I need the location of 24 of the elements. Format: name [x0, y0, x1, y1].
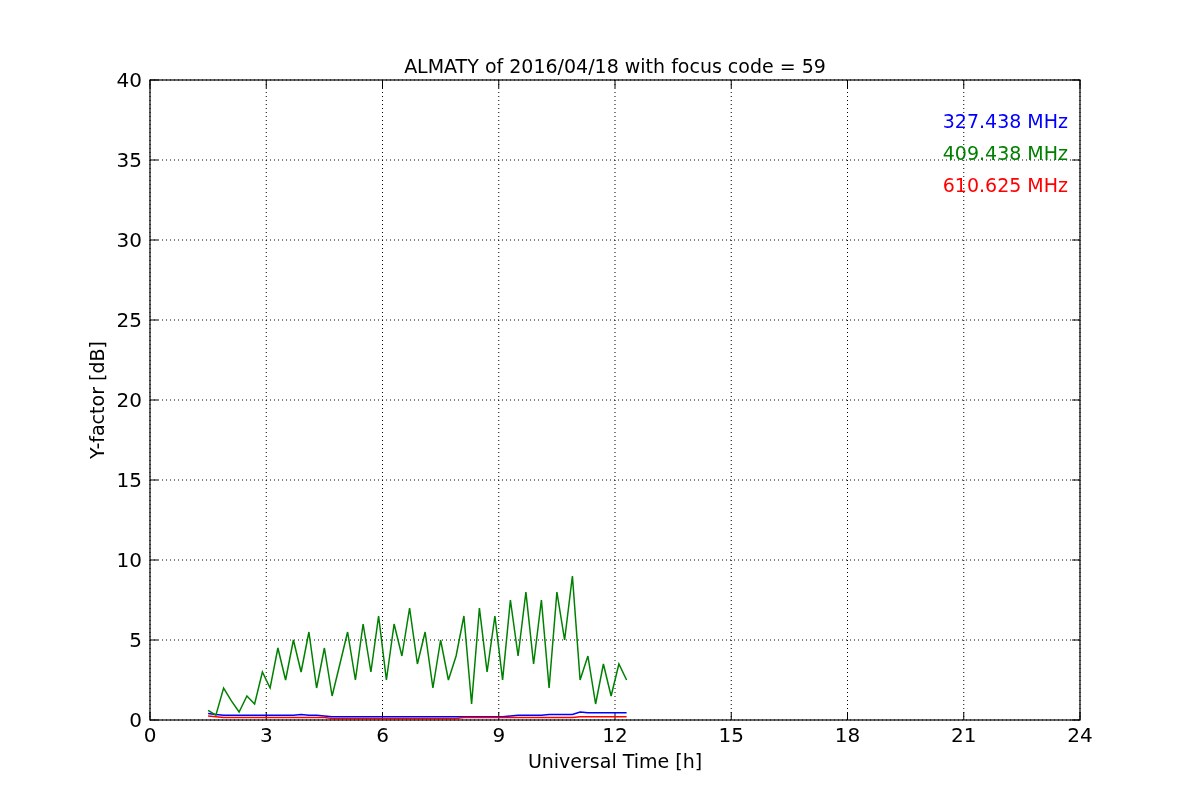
y-tick-label: 40 [116, 68, 142, 92]
chart-title: ALMATY of 2016/04/18 with focus code = 59 [404, 55, 826, 77]
y-tick-label: 10 [116, 548, 142, 572]
y-tick-label: 5 [129, 628, 142, 652]
x-tick-label: 6 [376, 723, 389, 747]
x-tick-label: 24 [1067, 723, 1093, 747]
y-tick-label: 25 [116, 308, 142, 332]
y-tick-label: 30 [116, 228, 142, 252]
x-tick-label: 15 [718, 723, 744, 747]
x-tick-label: 18 [834, 723, 861, 747]
y-axis-label: Y-factor [dB] [86, 341, 108, 459]
x-tick-label: 21 [951, 723, 977, 747]
x-tick-label: 0 [143, 723, 157, 747]
y-tick-label: 35 [116, 148, 142, 172]
legend-label: 610.625 MHz [942, 174, 1068, 196]
legend-label: 327.438 MHz [942, 110, 1068, 132]
legend-label: 409.438 MHz [942, 142, 1068, 164]
x-tick-label: 12 [602, 723, 628, 747]
y-tick-label: 20 [116, 388, 142, 412]
y-tick-label: 15 [116, 468, 142, 492]
x-tick-label: 3 [259, 723, 273, 747]
x-axis-label: Universal Time [h] [527, 750, 703, 772]
x-tick-label: 9 [492, 723, 506, 747]
y-tick-label: 0 [129, 708, 142, 732]
